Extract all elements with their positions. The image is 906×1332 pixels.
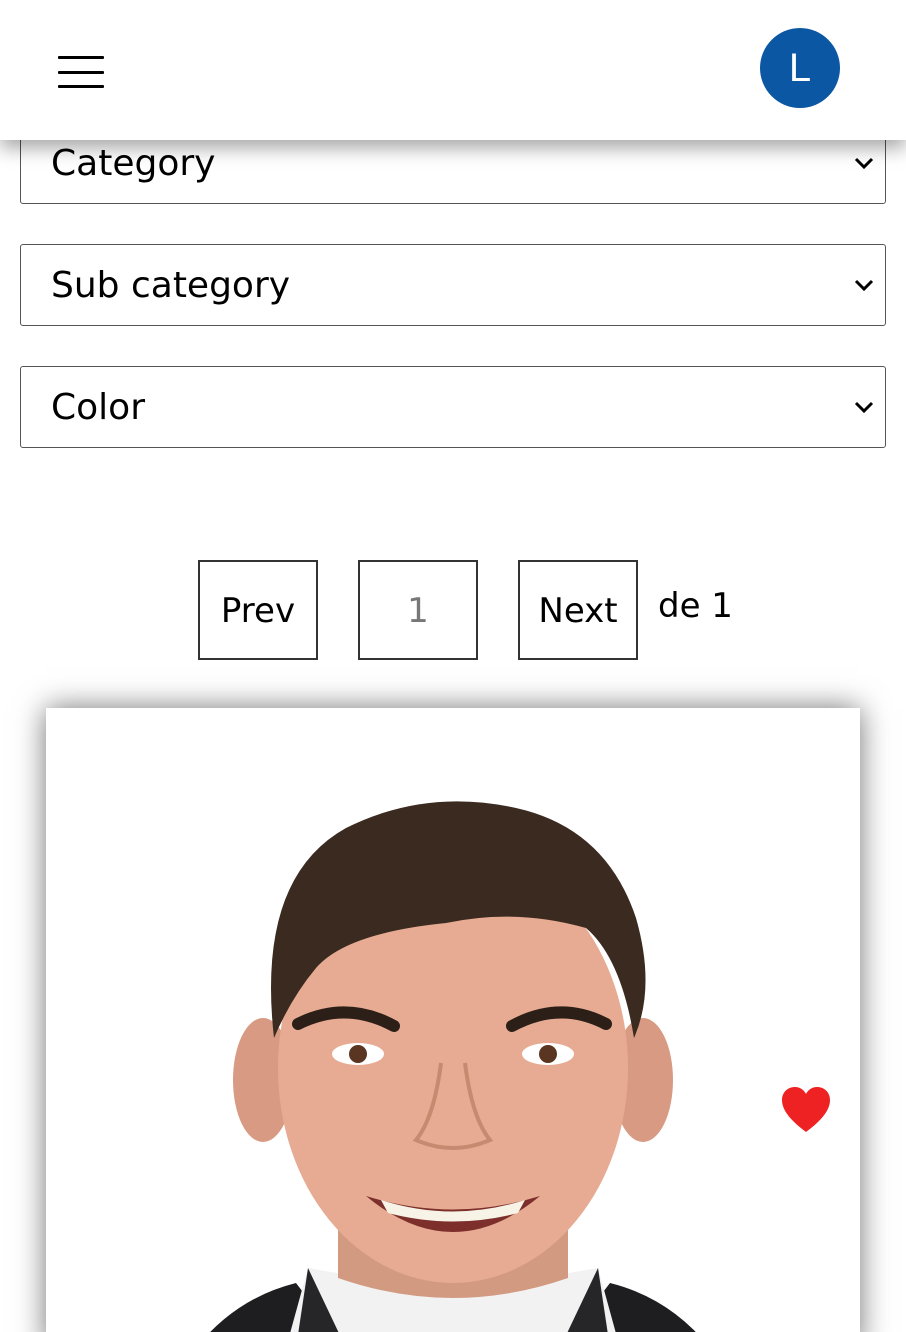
user-avatar[interactable]: L — [760, 28, 840, 108]
chevron-down-icon — [854, 157, 874, 170]
color-select[interactable]: Color — [20, 366, 886, 448]
chevron-down-icon — [854, 279, 874, 292]
color-select-label: Color — [51, 386, 145, 428]
current-page-value: 1 — [407, 591, 429, 631]
portrait-photo — [210, 801, 696, 1332]
prev-page-button[interactable]: Prev — [198, 560, 318, 660]
category-select-label: Category — [51, 142, 216, 184]
hamburger-menu-icon[interactable] — [58, 56, 104, 88]
top-bar: L — [0, 0, 906, 140]
heart-icon[interactable] — [780, 1086, 832, 1134]
avatar-letter: L — [788, 45, 812, 90]
next-page-button[interactable]: Next — [518, 560, 638, 660]
sub-category-select-label: Sub category — [51, 264, 291, 306]
chevron-down-icon — [854, 401, 874, 414]
prev-label: Prev — [220, 591, 296, 631]
page-number-input[interactable]: 1 — [358, 560, 478, 660]
next-label: Next — [538, 591, 618, 631]
total-pages-text: de 1 — [658, 586, 733, 626]
product-card[interactable] — [46, 708, 860, 1332]
sub-category-select[interactable]: Sub category — [20, 244, 886, 326]
